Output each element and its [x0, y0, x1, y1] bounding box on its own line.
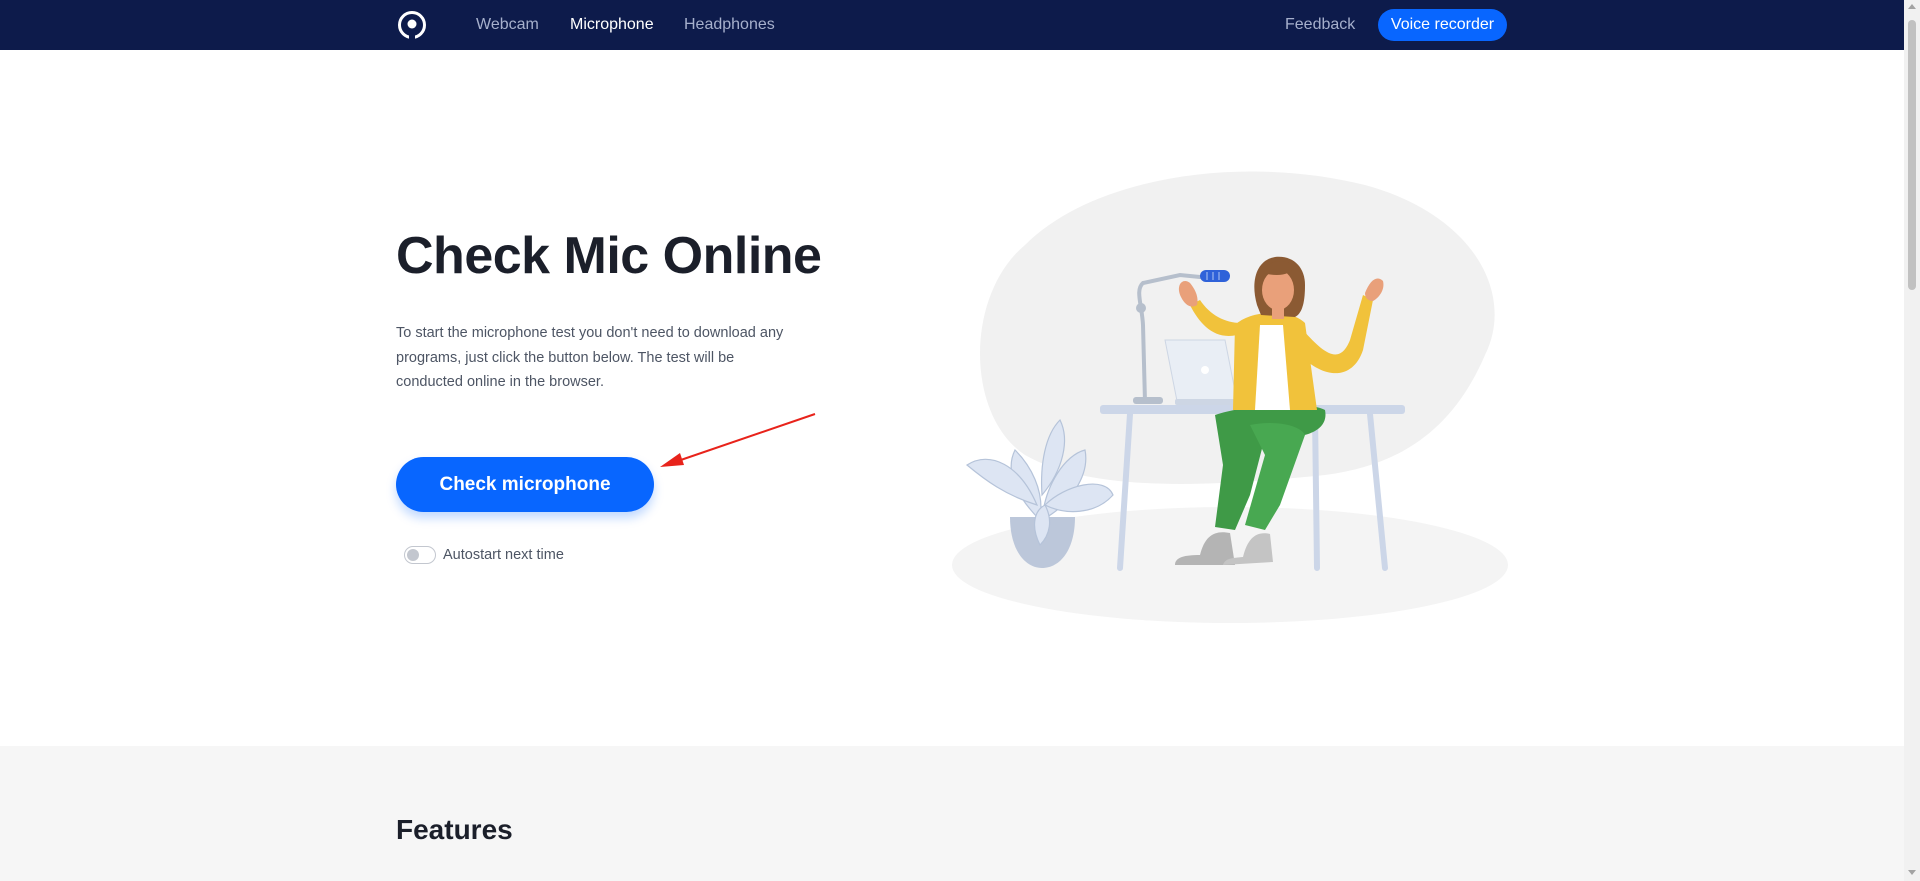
annotation-arrow-icon — [660, 413, 816, 467]
autostart-toggle[interactable] — [404, 546, 436, 564]
features-section — [0, 746, 1904, 881]
scroll-down-arrow-icon[interactable] — [1908, 870, 1916, 875]
nav-webcam[interactable]: Webcam — [476, 16, 539, 34]
scrollbar-thumb[interactable] — [1908, 20, 1916, 290]
nav-microphone[interactable]: Microphone — [570, 16, 654, 34]
nav-feedback[interactable]: Feedback — [1285, 16, 1355, 34]
check-microphone-button[interactable]: Check microphone — [396, 457, 654, 512]
voice-recorder-button[interactable]: Voice recorder — [1378, 9, 1507, 41]
toggle-knob — [407, 548, 419, 561]
autostart-toggle-row: Autostart next time — [404, 542, 564, 568]
page-title: Check Mic Online — [396, 227, 822, 285]
autostart-label: Autostart next time — [443, 547, 564, 563]
mic-ring-logo-icon[interactable] — [396, 9, 428, 41]
page-scrollbar[interactable] — [1904, 0, 1920, 881]
top-navigation-bar: Webcam Microphone Headphones Feedback Vo… — [0, 0, 1904, 50]
page: Webcam Microphone Headphones Feedback Vo… — [0, 0, 1920, 881]
woman-at-desk-illustration — [952, 171, 1508, 623]
hero-description: To start the microphone test you don't n… — [396, 325, 784, 390]
features-title: Features — [396, 814, 513, 845]
scroll-up-arrow-icon[interactable] — [1908, 4, 1916, 9]
nav-headphones[interactable]: Headphones — [684, 16, 775, 34]
